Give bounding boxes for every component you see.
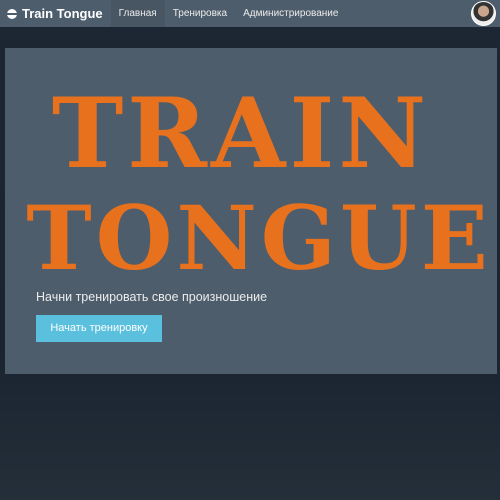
- ninja-logo-icon: [7, 8, 17, 19]
- start-training-button[interactable]: Начать тренировку: [36, 315, 162, 342]
- nav-admin[interactable]: Администрирование: [235, 0, 346, 27]
- tagline: Начни тренировать свое произношение: [36, 290, 268, 304]
- brand-name: Train Tongue: [22, 6, 103, 21]
- user-avatar[interactable]: [471, 1, 496, 26]
- logo-text-train: TRAIN: [51, 77, 431, 190]
- brand-link[interactable]: Train Tongue: [0, 0, 111, 27]
- navbar: Train Tongue Главная Тренировка Админист…: [0, 0, 500, 27]
- nav-home[interactable]: Главная: [110, 0, 165, 27]
- logo-text-tongue: TONGUE: [26, 186, 492, 290]
- hero-panel: TRAIN TONGUE Начни тренировать свое прои…: [5, 48, 497, 374]
- nav-training[interactable]: Тренировка: [165, 0, 235, 27]
